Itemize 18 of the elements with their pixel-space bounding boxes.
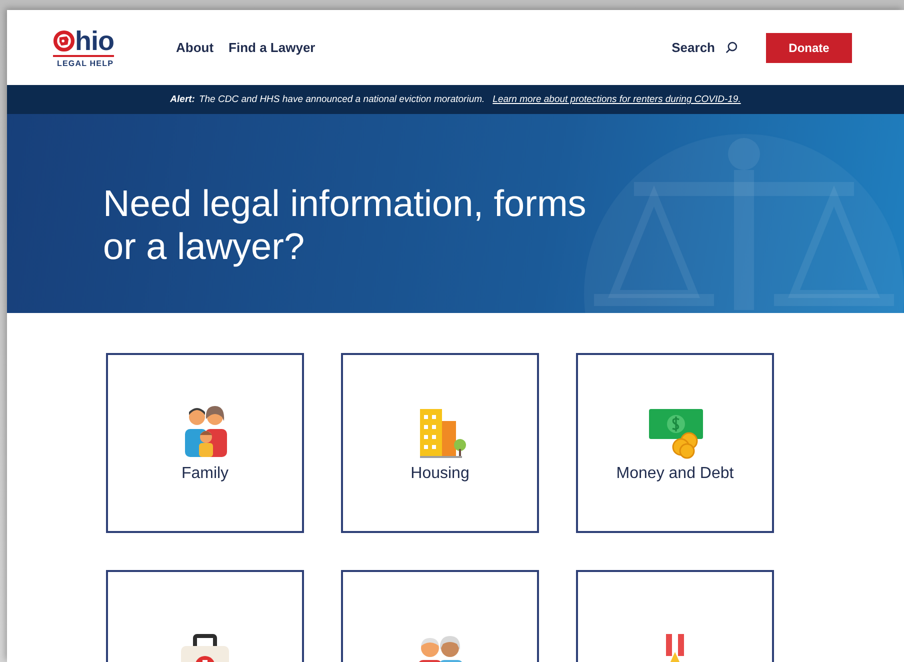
topic-card[interactable]: Family	[106, 353, 304, 533]
topic-card[interactable]: Housing	[341, 353, 539, 533]
ohio-state-o-icon[interactable]	[53, 30, 75, 52]
donate-button[interactable]: Donate	[766, 32, 852, 62]
card-label: Housing	[410, 465, 470, 483]
card-label: Money and Debt	[616, 465, 734, 483]
nav-link[interactable]: Find a Lawyer	[228, 40, 316, 55]
alert-link[interactable]: Learn more about protections for renters during COVID-19.	[492, 94, 741, 105]
search-link[interactable]: Search	[672, 40, 715, 55]
nav-link[interactable]: About	[176, 40, 214, 55]
alert-label: Alert:	[170, 94, 195, 105]
hero-heading: Need legal information, forms or a lawyer?	[103, 182, 588, 268]
logo-text[interactable]: hio	[75, 28, 114, 54]
search-icon[interactable]	[725, 41, 738, 54]
topic-card[interactable]: Money and Debt	[576, 353, 774, 533]
logo-tagline: LEGAL HELP	[57, 58, 114, 68]
card-label: Family	[181, 465, 229, 483]
alert-text: The CDC and HHS have announced a national eviction moratorium.	[198, 94, 485, 105]
